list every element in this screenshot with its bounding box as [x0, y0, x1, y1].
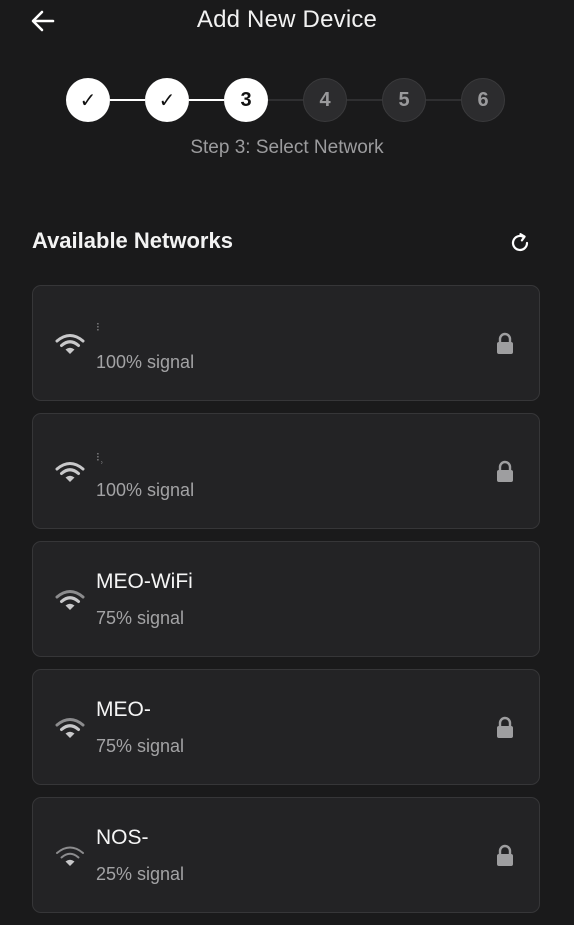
step-connector	[426, 99, 461, 101]
step-connector	[268, 99, 303, 101]
lock-icon	[497, 844, 513, 866]
step-6-pending: 6	[461, 78, 505, 122]
step-5-pending: 5	[382, 78, 426, 122]
network-name: MEO-	[96, 698, 151, 721]
network-list: ⁝ 100% signal ⁝⸒ 100% signal MEO-WiFi 75…	[32, 285, 540, 925]
step-3-current: 3	[224, 78, 268, 122]
step-connector	[110, 99, 145, 101]
network-signal: 25% signal	[96, 864, 185, 884]
network-item[interactable]: NOS- 25% signal	[32, 797, 540, 913]
network-name: ⁝	[96, 320, 100, 334]
wifi-icon	[55, 590, 85, 610]
network-name: MEO-WiFi	[96, 570, 193, 593]
app-header: Add New Device	[0, 0, 574, 44]
network-signal: 75% signal	[96, 608, 185, 628]
network-signal: 75% signal	[96, 736, 185, 756]
network-name: ⁝⸒	[96, 450, 104, 464]
step-1-complete: ✓	[66, 78, 110, 122]
lock-icon	[497, 460, 513, 482]
network-item[interactable]: ⁝ 100% signal	[32, 285, 540, 401]
lock-icon	[497, 332, 513, 354]
lock-icon	[497, 716, 513, 738]
page-title: Add New Device	[196, 6, 378, 33]
step-caption: Step 3: Select Network	[190, 137, 384, 158]
progress-stepper: ✓ ✓ 3 4 5 6	[66, 78, 506, 122]
refresh-button[interactable]	[505, 228, 535, 258]
refresh-icon	[511, 233, 529, 252]
section-title: Available Networks	[32, 228, 233, 253]
network-item[interactable]: MEO-WiFi 75% signal	[32, 541, 540, 657]
network-item[interactable]: ⁝⸒ 100% signal	[32, 413, 540, 529]
step-connector	[347, 99, 382, 101]
step-4-pending: 4	[303, 78, 347, 122]
network-name: NOS-	[96, 826, 149, 849]
wifi-icon	[55, 462, 85, 482]
network-signal: 100% signal	[96, 480, 195, 500]
wifi-icon	[55, 718, 85, 738]
wifi-icon	[55, 334, 85, 354]
step-connector	[189, 99, 224, 101]
wifi-icon	[56, 846, 84, 866]
network-signal: 100% signal	[96, 352, 195, 372]
step-2-complete: ✓	[145, 78, 189, 122]
network-item[interactable]: MEO- 75% signal	[32, 669, 540, 785]
